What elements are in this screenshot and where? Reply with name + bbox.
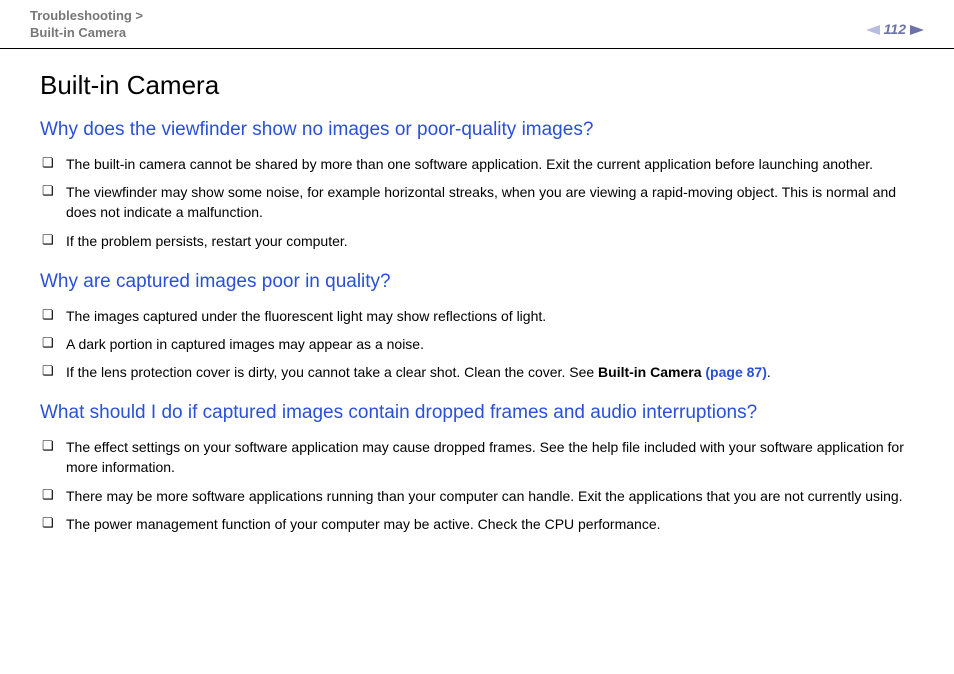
section-list-3: The effect settings on your software app… [40, 437, 924, 534]
breadcrumb: Troubleshooting > Built-in Camera [30, 8, 143, 42]
page-header: Troubleshooting > Built-in Camera 112 [0, 0, 954, 49]
page-content: Built-in Camera Why does the viewfinder … [0, 49, 954, 572]
section-list-1: The built-in camera cannot be shared by … [40, 154, 924, 251]
list-item: If the lens protection cover is dirty, y… [40, 362, 924, 382]
list-item: The images captured under the fluorescen… [40, 306, 924, 326]
page-number: 112 [884, 20, 906, 40]
list-item: The viewfinder may show some noise, for … [40, 182, 924, 223]
list-item-text: If the lens protection cover is dirty, y… [66, 364, 598, 380]
section-heading-2: Why are captured images poor in quality? [40, 269, 924, 296]
section-heading-3: What should I do if captured images cont… [40, 400, 924, 427]
list-item: A dark portion in captured images may ap… [40, 334, 924, 354]
inline-after: . [767, 364, 771, 380]
pager: 112 [866, 20, 924, 42]
section-list-2: The images captured under the fluorescen… [40, 306, 924, 383]
list-item: The effect settings on your software app… [40, 437, 924, 478]
list-item: There may be more software applications … [40, 486, 924, 506]
list-item: The power management function of your co… [40, 514, 924, 534]
page-title: Built-in Camera [40, 67, 924, 103]
list-item: If the problem persists, restart your co… [40, 231, 924, 251]
inline-bold: Built-in Camera [598, 364, 705, 380]
section-heading-1: Why does the viewfinder show no images o… [40, 117, 924, 144]
breadcrumb-line1: Troubleshooting > [30, 8, 143, 23]
next-page-icon[interactable] [910, 25, 924, 35]
prev-page-icon[interactable] [866, 25, 880, 35]
list-item: The built-in camera cannot be shared by … [40, 154, 924, 174]
breadcrumb-line2: Built-in Camera [30, 25, 126, 40]
page-link[interactable]: (page 87) [705, 364, 766, 380]
